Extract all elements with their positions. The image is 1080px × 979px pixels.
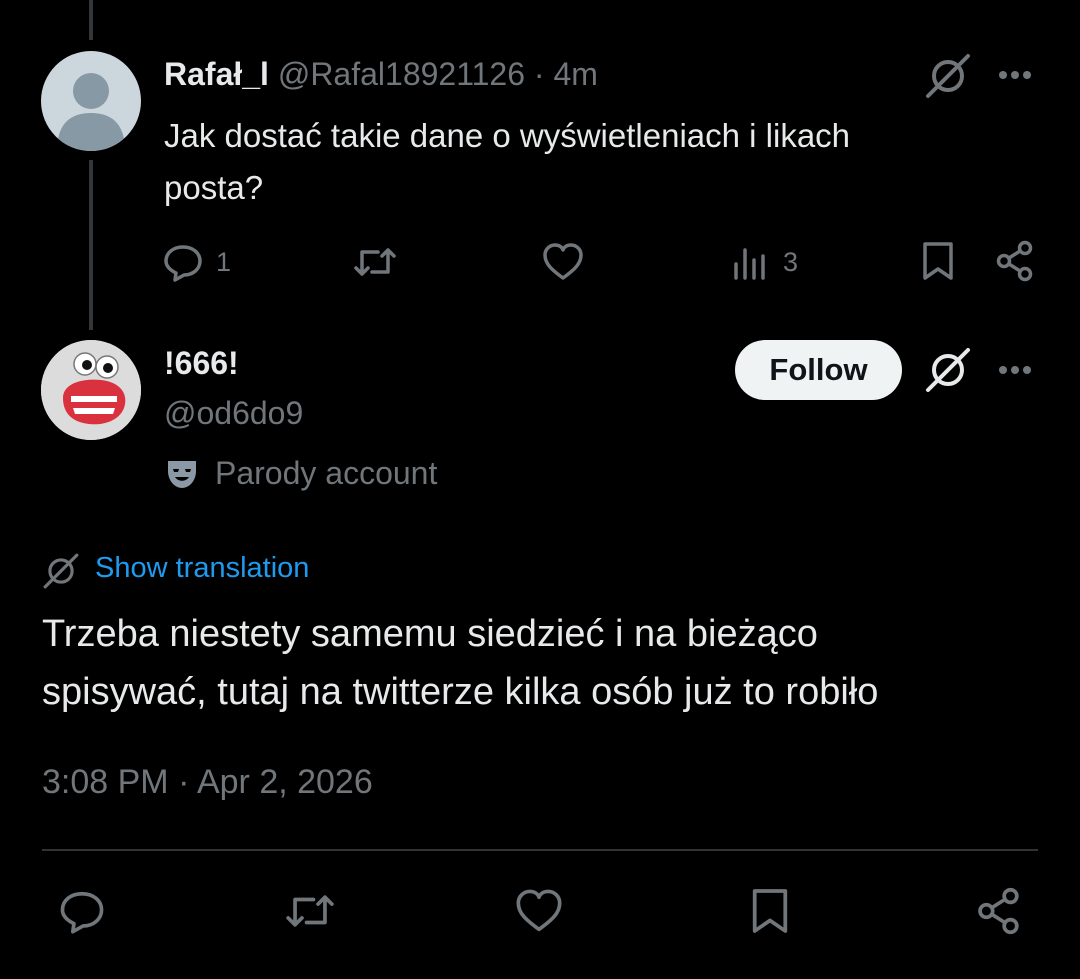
thread-line-top	[89, 0, 93, 40]
main-text-line2: spisywać, tutaj na twitterze kilka osób …	[42, 671, 879, 713]
retweet-icon[interactable]	[283, 888, 337, 934]
reply-icon[interactable]	[58, 888, 106, 934]
bookmark-icon[interactable]	[750, 886, 790, 936]
views-icon[interactable]	[732, 242, 768, 282]
grok-icon[interactable]	[924, 52, 972, 100]
more-icon[interactable]	[997, 64, 1037, 86]
main-post-text: Trzeba niestety samemu siedzieć i na bie…	[42, 605, 1052, 721]
retweet-icon[interactable]	[352, 242, 398, 282]
reply-display-name[interactable]: Rafał_l	[164, 56, 269, 92]
share-icon[interactable]	[995, 240, 1035, 282]
reply-separator: ·	[533, 56, 545, 92]
main-display-name[interactable]: !666!	[164, 345, 239, 382]
reply-header: Rafał_l @Rafal18921126 · 4m	[164, 56, 598, 93]
main-handle[interactable]: @od6do9	[164, 395, 303, 432]
like-icon[interactable]	[514, 888, 564, 934]
more-icon[interactable]	[997, 359, 1037, 381]
grok-icon[interactable]	[924, 346, 972, 394]
follow-button[interactable]: Follow	[735, 340, 902, 400]
thread-line-bottom	[89, 160, 93, 330]
parody-mask-icon	[165, 457, 199, 491]
views-count: 3	[783, 247, 799, 277]
main-avatar[interactable]	[41, 340, 141, 440]
reply-text: Jak dostać takie dane o wyświetleniach i…	[164, 110, 1044, 214]
translate-icon	[42, 552, 80, 590]
reply-count: 1	[216, 247, 232, 277]
reply-time[interactable]: 4m	[553, 56, 597, 92]
reply-avatar[interactable]	[41, 51, 141, 151]
reply-icon[interactable]	[163, 242, 203, 282]
parody-label: Parody account	[215, 455, 438, 491]
post-timestamp[interactable]: 3:08 PM · Apr 2, 2026	[42, 763, 373, 802]
reply-handle[interactable]: @Rafal18921126	[278, 56, 525, 92]
share-icon[interactable]	[976, 886, 1022, 936]
main-text-line1: Trzeba niestety samemu siedzieć i na bie…	[42, 613, 818, 655]
divider	[42, 849, 1038, 851]
like-icon[interactable]	[542, 242, 584, 282]
reply-text-line2: posta?	[164, 169, 264, 206]
show-translation-link[interactable]: Show translation	[95, 552, 309, 585]
reply-text-line1: Jak dostać takie dane o wyświetleniach i…	[164, 117, 851, 154]
bookmark-icon[interactable]	[921, 240, 955, 282]
